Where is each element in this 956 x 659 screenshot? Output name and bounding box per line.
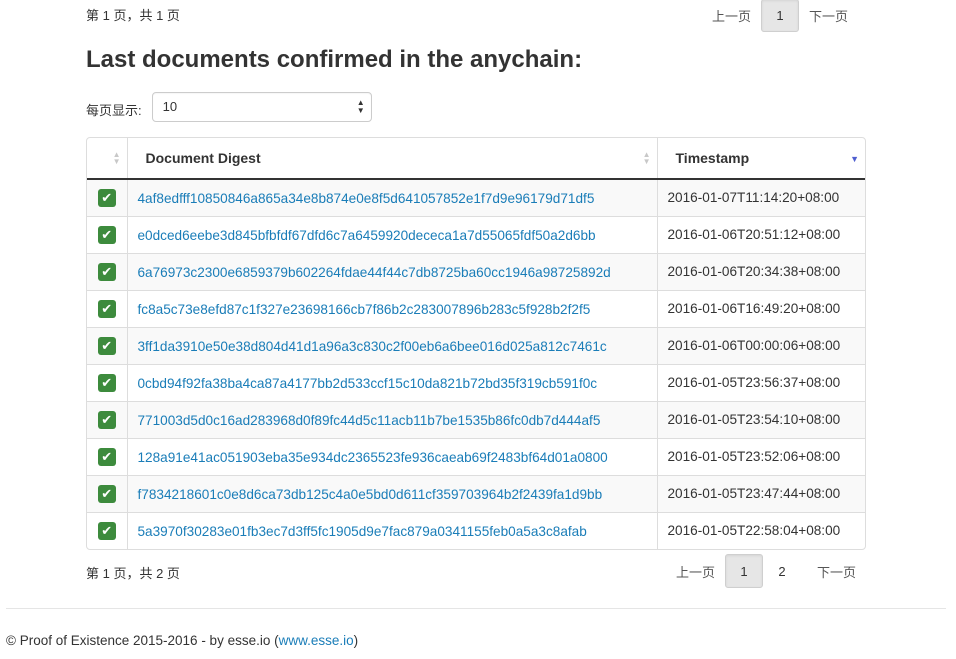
digest-cell: f7834218601c0e8d6ca73db125c4a0e5bd0d611c… — [127, 474, 658, 512]
table-header-row: ▲ ▼ Document Digest ▲ ▼ Timestamp ▼ — [87, 138, 865, 180]
document-digest-link[interactable]: 3ff1da3910e50e38d804d41d1a96a3c830c2f00e… — [138, 339, 607, 354]
footer-link[interactable]: www.esse.io — [279, 633, 354, 648]
page-title: Last documents confirmed in the anychain… — [86, 46, 583, 73]
confirmed-check-icon: ✔ — [97, 373, 116, 392]
confirmed-cell: ✔ — [87, 511, 128, 549]
bottom-next-page-link[interactable]: 下一页 — [801, 562, 866, 581]
confirmed-check-icon: ✔ — [97, 521, 116, 540]
confirmed-check-icon: ✔ — [97, 410, 116, 429]
confirmed-check-icon: ✔ — [97, 484, 116, 503]
digest-cell: 5a3970f30283e01fb3ec7d3ff5fc1905d9e7fac8… — [127, 511, 658, 549]
digest-cell: fc8a5c73e8efd87c1f327e23698166cb7f86b2c2… — [127, 289, 658, 327]
timestamp-cell: 2016-01-06T20:51:12+08:00 — [657, 215, 865, 253]
select-arrows-icon: ▲ ▼ — [356, 98, 365, 115]
confirmed-check-icon: ✔ — [97, 225, 116, 244]
timestamp-cell: 2016-01-05T23:47:44+08:00 — [657, 474, 865, 512]
document-digest-link[interactable]: 0cbd94f92fa38ba4ca87a4177bb2d533ccf15c10… — [138, 376, 598, 391]
timestamp-cell: 2016-01-05T23:54:10+08:00 — [657, 400, 865, 438]
document-digest-link[interactable]: fc8a5c73e8efd87c1f327e23698166cb7f86b2c2… — [138, 302, 591, 317]
confirmed-cell: ✔ — [87, 179, 128, 216]
top-page-info: 第 1 页，共 1 页 — [86, 8, 180, 23]
footer-divider — [6, 608, 946, 609]
confirmed-cell: ✔ — [87, 400, 128, 438]
per-page-control: 每页显示: 10 ▲ ▼ — [86, 92, 372, 122]
table-row: ✔ 771003d5d0c16ad283968d0f89fc44d5c11acb1… — [87, 400, 865, 438]
timestamp-cell: 2016-01-05T23:56:37+08:00 — [657, 363, 865, 401]
confirmed-check-icon: ✔ — [97, 262, 116, 281]
timestamp-cell: 2016-01-06T20:34:38+08:00 — [657, 252, 865, 290]
sort-icon: ▲ ▼ — [112, 150, 121, 166]
document-digest-link[interactable]: e0dced6eebe3d845bfbfdf67dfd6c7a6459920de… — [138, 228, 596, 243]
documents-table: ▲ ▼ Document Digest ▲ ▼ Timestamp ▼ ✔ 4af8e… — [86, 137, 866, 550]
timestamp-cell: 2016-01-05T22:58:04+08:00 — [657, 511, 865, 549]
check-column-header[interactable]: ▲ ▼ — [87, 138, 128, 180]
top-next-page-link[interactable]: 下一页 — [799, 6, 858, 25]
document-digest-link[interactable]: 128a91e41ac051903eba35e934dc2365523fe936… — [138, 450, 608, 465]
document-digest-link[interactable]: f7834218601c0e8d6ca73db125c4a0e5bd0d611c… — [138, 487, 603, 502]
top-pagination: 上一页 1 下一页 — [702, 0, 858, 32]
table-row: ✔ f7834218601c0e8d6ca73db125c4a0e5bd0d611… — [87, 474, 865, 512]
timestamp-cell: 2016-01-06T00:00:06+08:00 — [657, 326, 865, 364]
confirmed-check-icon: ✔ — [97, 188, 116, 207]
per-page-select[interactable]: 10 ▲ ▼ — [151, 92, 372, 122]
table-row: ✔ fc8a5c73e8efd87c1f327e23698166cb7f86b2c… — [87, 289, 865, 327]
top-prev-page-link[interactable]: 上一页 — [702, 6, 761, 25]
digest-column-header[interactable]: Document Digest ▲ ▼ — [127, 138, 658, 180]
footer: © Proof of Existence 2015-2016 - by esse… — [6, 633, 358, 648]
per-page-label: 每页显示: — [86, 102, 142, 118]
bottom-page-info: 第 1 页，共 2 页 — [86, 566, 180, 581]
digest-cell: 128a91e41ac051903eba35e934dc2365523fe936… — [127, 437, 658, 475]
document-digest-link[interactable]: 5a3970f30283e01fb3ec7d3ff5fc1905d9e7fac8… — [138, 524, 587, 539]
confirmed-cell: ✔ — [87, 474, 128, 512]
timestamp-cell: 2016-01-05T23:52:06+08:00 — [657, 437, 865, 475]
confirmed-cell: ✔ — [87, 215, 128, 253]
per-page-value: 10 — [162, 99, 178, 114]
table-row: ✔ e0dced6eebe3d845bfbfdf67dfd6c7a6459920d… — [87, 215, 865, 253]
table-row: ✔ 0cbd94f92fa38ba4ca87a4177bb2d533ccf15c1… — [87, 363, 865, 401]
digest-cell: 0cbd94f92fa38ba4ca87a4177bb2d533ccf15c10… — [127, 363, 658, 401]
confirmed-cell: ✔ — [87, 363, 128, 401]
timestamp-cell: 2016-01-07T11:14:20+08:00 — [657, 179, 865, 216]
timestamp-column-header[interactable]: Timestamp ▼ — [657, 138, 865, 180]
top-page-1-button[interactable]: 1 — [760, 0, 799, 32]
confirmed-check-icon: ✔ — [97, 447, 116, 466]
sort-icon: ▲ ▼ — [642, 150, 651, 166]
sort-descending-icon: ▼ — [850, 154, 859, 164]
confirmed-check-icon: ✔ — [97, 336, 116, 355]
footer-text-prefix: © Proof of Existence 2015-2016 - by esse… — [6, 633, 279, 648]
digest-cell: e0dced6eebe3d845bfbfdf67dfd6c7a6459920de… — [127, 215, 658, 253]
table-row: ✔ 128a91e41ac051903eba35e934dc2365523fe93… — [87, 437, 865, 475]
bottom-page-1-button[interactable]: 1 — [724, 554, 763, 588]
table-row: ✔ 3ff1da3910e50e38d804d41d1a96a3c830c2f00… — [87, 326, 865, 364]
footer-text-suffix: ) — [353, 633, 359, 648]
confirmed-cell: ✔ — [87, 252, 128, 290]
confirmed-cell: ✔ — [87, 289, 128, 327]
confirmed-cell: ✔ — [87, 326, 128, 364]
table-row: ✔ 5a3970f30283e01fb3ec7d3ff5fc1905d9e7fac… — [87, 511, 865, 549]
timestamp-cell: 2016-01-06T16:49:20+08:00 — [657, 289, 865, 327]
confirmed-cell: ✔ — [87, 437, 128, 475]
bottom-prev-page-link[interactable]: 上一页 — [666, 562, 725, 581]
digest-cell: 6a76973c2300e6859379b602264fdae44f44c7db… — [127, 252, 658, 290]
timestamp-header-label: Timestamp — [675, 150, 750, 166]
table-row: ✔ 4af8edfff10850846a865a34e8b874e0e8f5d64… — [87, 179, 865, 216]
digest-cell: 3ff1da3910e50e38d804d41d1a96a3c830c2f00e… — [127, 326, 658, 364]
document-digest-link[interactable]: 4af8edfff10850846a865a34e8b874e0e8f5d641… — [138, 191, 595, 206]
bottom-page-2-button[interactable]: 2 — [763, 554, 801, 588]
table-row: ✔ 6a76973c2300e6859379b602264fdae44f44c7d… — [87, 252, 865, 290]
digest-header-label: Document Digest — [145, 150, 261, 166]
bottom-pagination: 上一页 1 2 下一页 — [666, 554, 866, 588]
digest-cell: 4af8edfff10850846a865a34e8b874e0e8f5d641… — [127, 179, 658, 216]
confirmed-check-icon: ✔ — [97, 299, 116, 318]
document-digest-link[interactable]: 6a76973c2300e6859379b602264fdae44f44c7db… — [138, 265, 611, 280]
digest-cell: 771003d5d0c16ad283968d0f89fc44d5c11acb11… — [127, 400, 658, 438]
document-digest-link[interactable]: 771003d5d0c16ad283968d0f89fc44d5c11acb11… — [138, 413, 601, 428]
